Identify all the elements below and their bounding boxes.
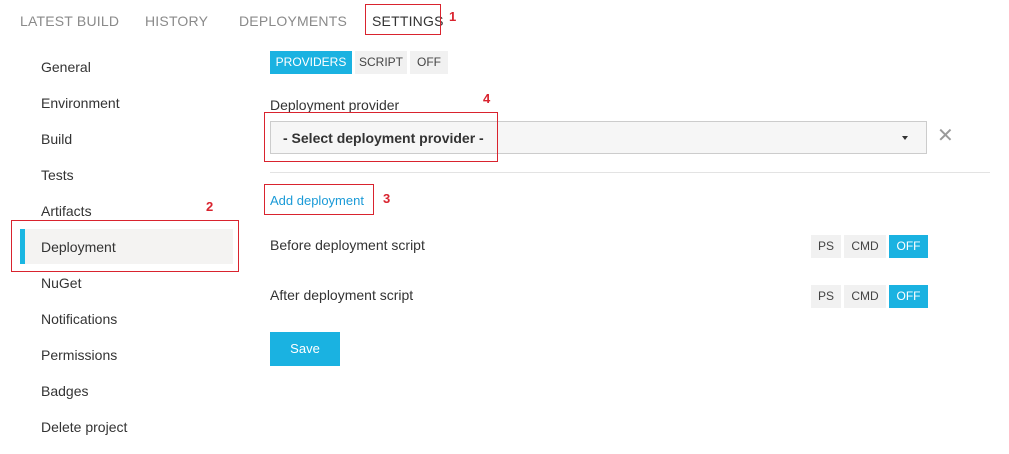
annotation-box-provider-select [264,112,498,162]
mode-off-button[interactable]: OFF [410,51,448,74]
annotation-number-2: 2 [206,199,214,214]
after-script-off-button[interactable]: OFF [889,285,928,308]
sidebar-item-delete-project[interactable]: Delete project [41,419,127,435]
before-script-ps-button[interactable]: PS [811,235,841,258]
sidebar-item-permissions[interactable]: Permissions [41,347,117,363]
annotation-number-1: 1 [449,9,457,24]
mode-providers-button[interactable]: PROVIDERS [270,51,352,74]
tab-latest-build[interactable]: LATEST BUILD [20,13,119,29]
before-deployment-script-label: Before deployment script [270,237,425,253]
sidebar-item-notifications[interactable]: Notifications [41,311,117,327]
tab-deployments[interactable]: DEPLOYMENTS [239,13,347,29]
after-script-cmd-button[interactable]: CMD [844,285,886,308]
annotation-box-add-deployment [264,184,374,215]
sidebar-item-environment[interactable]: Environment [41,95,120,111]
sidebar-item-tests[interactable]: Tests [41,167,74,183]
annotation-number-4: 4 [483,91,491,106]
sidebar-item-badges[interactable]: Badges [41,383,88,399]
sidebar-item-build[interactable]: Build [41,131,72,147]
before-script-cmd-button[interactable]: CMD [844,235,886,258]
section-divider [270,172,990,173]
annotation-number-3: 3 [383,191,391,206]
chevron-down-icon [902,136,908,140]
sidebar-item-nuget[interactable]: NuGet [41,275,81,291]
before-script-off-button[interactable]: OFF [889,235,928,258]
close-icon[interactable]: ✕ [937,124,954,148]
after-script-ps-button[interactable]: PS [811,285,841,308]
mode-script-button[interactable]: SCRIPT [355,51,407,74]
sidebar-item-general[interactable]: General [41,59,91,75]
annotation-box-settings [365,4,441,35]
save-button[interactable]: Save [270,332,340,366]
sidebar-item-artifacts[interactable]: Artifacts [41,203,92,219]
annotation-box-deployment [11,220,239,272]
after-deployment-script-label: After deployment script [270,287,414,303]
tab-history[interactable]: HISTORY [145,13,208,29]
deployment-provider-label: Deployment provider [270,97,400,113]
